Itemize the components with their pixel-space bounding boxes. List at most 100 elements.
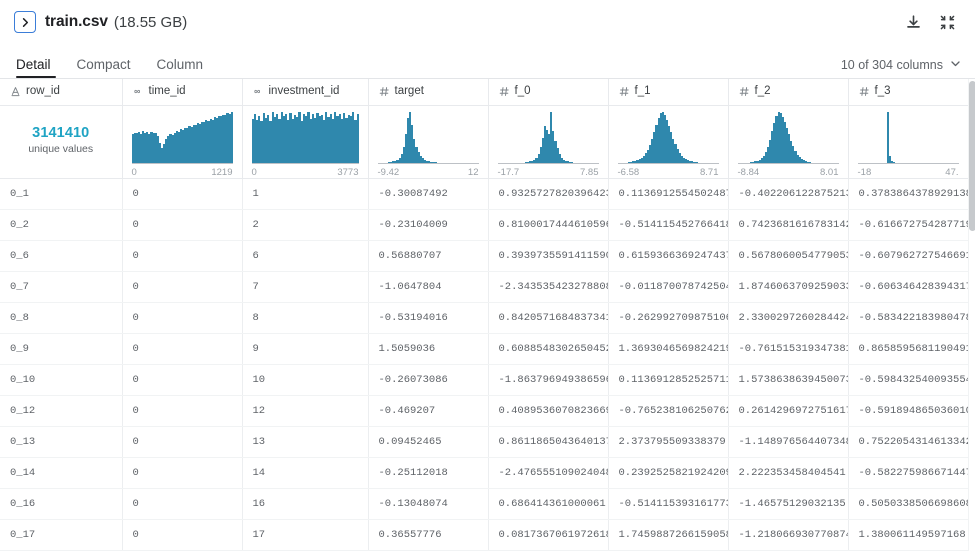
column-header-label: f_0 <box>514 85 531 97</box>
column-header-f_2[interactable]: f_2 <box>728 79 849 106</box>
cell-f_0: 0.8611865043640137 <box>488 426 609 458</box>
cell-f_2: 2.222353458404541 <box>728 457 849 489</box>
tab-detail[interactable]: Detail <box>14 57 64 79</box>
cell-investment_id: 6 <box>242 240 369 272</box>
cell-investment_id: 8 <box>242 302 369 334</box>
table-row[interactable]: 0_8 0 8 -0.53194016 0.8420571684837341 -0.262… <box>0 302 969 334</box>
column-header-f_3[interactable]: f_3 <box>848 79 969 106</box>
cell-investment_id: 17 <box>242 519 369 551</box>
cell-investment_id: 19 <box>242 550 369 551</box>
cell-investment_id: 13 <box>242 426 369 458</box>
table-row[interactable]: 0_190190.68584720.025283290073275566-0.0… <box>0 550 969 551</box>
cell-f_1: 2.373795509338379 <box>608 426 729 458</box>
cell-target: 0.09452465 <box>368 426 489 458</box>
table-row[interactable]: 0_14 0 14 -0.25112018 -2.476555109024048 0.23… <box>0 457 969 489</box>
data-table-container[interactable]: row_id time_id investment_id target f_0 f_1 f_… <box>0 78 975 551</box>
cell-f_1: -0.011870078742504120 <box>608 550 729 551</box>
column-header-row_id[interactable]: row_id <box>0 79 123 106</box>
histogram-axis-min: -6.58 <box>617 166 640 178</box>
cell-row_id: 0_1 <box>0 178 123 210</box>
cell-f_2: -0.7615153193473816 <box>728 333 849 365</box>
table-row[interactable]: 0_12 0 12 -0.469207 0.40895360708236694 -0.76… <box>0 395 969 427</box>
column-header-f_1[interactable]: f_1 <box>608 79 729 106</box>
cell-target: -1.0647804 <box>368 271 489 303</box>
hash-type-icon <box>619 86 630 97</box>
histogram-f_3 <box>857 111 959 164</box>
cell-f_0: -2.3435354232788086 <box>488 271 609 303</box>
cell-target: 0.36557776 <box>368 519 489 551</box>
hash-type-icon <box>739 86 750 97</box>
column-selector[interactable]: 10 of 304 columns <box>841 58 961 78</box>
cell-row_id: 0_14 <box>0 457 123 489</box>
cell-time_id: 0 <box>122 302 243 334</box>
cell-target: -0.53194016 <box>368 302 489 334</box>
cell-f_1: 0.6159366369247437 <box>608 240 729 272</box>
cell-time_id: 0 <box>122 209 243 241</box>
column-summary-investment_id: 0 3773 <box>242 105 369 179</box>
cell-f_0: -2.476555109024048 <box>488 457 609 489</box>
cell-f_0: 0.8420571684837341 <box>488 302 609 334</box>
cell-f_3: 0.3783864378929138 <box>848 178 969 210</box>
cell-time_id: 0 <box>122 364 243 396</box>
vertical-scrollbar[interactable] <box>968 79 975 551</box>
table-row[interactable]: 0_6 0 6 0.56880707 0.39397355914115906 0.6159… <box>0 240 969 272</box>
tabs-row: Detail Compact Column 10 of 304 columns <box>0 44 975 78</box>
cell-f_0: 0.025283290073275566 <box>488 550 609 551</box>
column-summary-f_0: -17.7 7.85 <box>488 105 609 179</box>
cell-f_1: -0.011870078742504120 <box>608 271 729 303</box>
table-row[interactable]: 0_9 0 9 1.5059036 0.6088548302650452 1.369304… <box>0 333 969 365</box>
histogram-axis-max: 1219 <box>211 166 233 178</box>
download-icon[interactable] <box>903 12 923 32</box>
column-header-target[interactable]: target <box>368 79 489 106</box>
cell-row_id: 0_16 <box>0 488 123 520</box>
cell-time_id: 0 <box>122 333 243 365</box>
tab-column[interactable]: Column <box>144 57 217 79</box>
cell-f_2: 0.26142969727516174 <box>728 395 849 427</box>
cell-time_id: 0 <box>122 395 243 427</box>
collapse-arrows-icon[interactable] <box>937 12 957 32</box>
numeric-type-icon <box>133 86 144 97</box>
table-row[interactable]: 0_7 0 7 -1.0647804 -2.3435354232788086 -0.011… <box>0 271 969 303</box>
chevron-right-icon[interactable] <box>14 11 36 33</box>
histogram-axis-min: 0 <box>131 166 137 178</box>
cell-f_2: -1.46575129032135 <box>728 488 849 520</box>
histogram-axis-min: -8.84 <box>737 166 760 178</box>
hash-type-icon <box>379 86 390 97</box>
column-header-label: f_3 <box>874 85 891 97</box>
table-row[interactable]: 0_13 0 13 0.09452465 0.8611865043640137 2.373… <box>0 426 969 458</box>
cell-f_0: -1.8637969493865967 <box>488 364 609 396</box>
cell-f_1: 0.23925258219242096 <box>608 457 729 489</box>
cell-row_id: 0_19 <box>0 550 123 551</box>
cell-f_0: 0.39397355914115906 <box>488 240 609 272</box>
cell-f_1: 1.7459887266159058 <box>608 519 729 551</box>
histogram-axis-max: 12 <box>467 166 479 178</box>
table-row[interactable]: 0_17 0 17 0.36557776 0.08173670619726181 1.74… <box>0 519 969 551</box>
column-header-investment_id[interactable]: investment_id <box>242 79 369 106</box>
cell-f_2: -0.4022061228752136 <box>728 178 849 210</box>
cell-time_id: 0 <box>122 550 243 551</box>
histogram-axis-max: 3773 <box>337 166 359 178</box>
cell-row_id: 0_13 <box>0 426 123 458</box>
column-summary-f_1: -6.58 8.71 <box>608 105 729 179</box>
column-header-time_id[interactable]: time_id <box>122 79 243 106</box>
tab-compact[interactable]: Compact <box>64 57 144 79</box>
cell-f_2: -0.3905637860298157 <box>728 550 849 551</box>
table-row[interactable]: 0_1 0 1 -0.30087492 0.9325727820396423 0.1136… <box>0 178 969 210</box>
cell-f_3: -0.5834221839804785 <box>848 302 969 334</box>
table-row[interactable]: 0_16 0 16 -0.13048074 0.686414361000061 -0.51… <box>0 488 969 520</box>
cell-time_id: 0 <box>122 426 243 458</box>
histogram-axis-max: 8.71 <box>700 166 719 178</box>
cell-f_2: -1.218066930770874 <box>728 519 849 551</box>
histogram-axis-max: 47. <box>945 166 959 178</box>
table-row[interactable]: 0_10 0 10 -0.26073086 -1.8637969493865967 0.1… <box>0 364 969 396</box>
column-header-f_0[interactable]: f_0 <box>488 79 609 106</box>
cell-row_id: 0_12 <box>0 395 123 427</box>
cell-f_3: -0.5984325400935547 <box>848 364 969 396</box>
cell-f_3: 0.5050338506698608 <box>848 488 969 520</box>
table-row[interactable]: 0_2 0 2 -0.23104009 0.8100017444610596 -0.514… <box>0 209 969 241</box>
cell-f_3: -0.5918948650360107 <box>848 395 969 427</box>
column-header-label: target <box>394 85 424 97</box>
cell-target: -0.30087492 <box>368 178 489 210</box>
cell-row_id: 0_6 <box>0 240 123 272</box>
scrollbar-thumb[interactable] <box>969 81 975 231</box>
